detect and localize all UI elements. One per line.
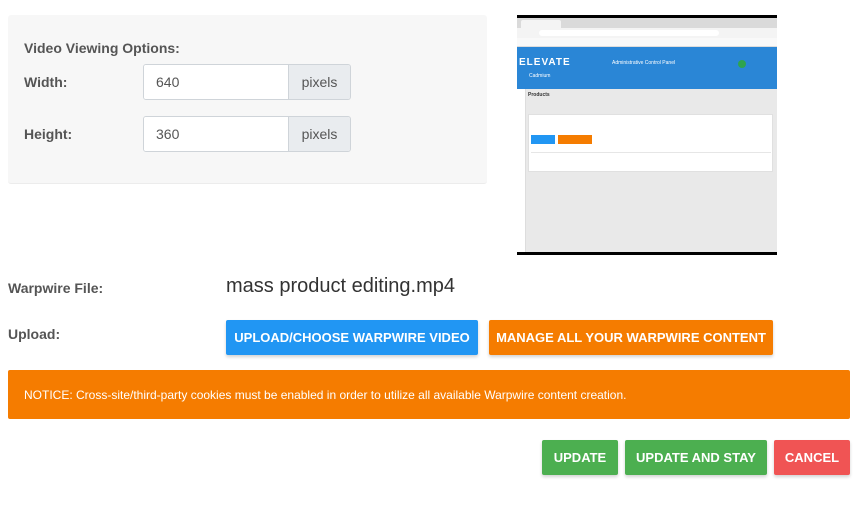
manage-warpwire-content-button[interactable]: MANAGE ALL YOUR WARPWIRE CONTENT xyxy=(489,320,773,355)
thumbnail-row xyxy=(531,152,771,158)
cookie-notice-banner: NOTICE: Cross-site/third-party cookies m… xyxy=(8,370,850,419)
video-viewing-options-panel: Video Viewing Options: Width: pixels Hei… xyxy=(8,15,487,184)
thumbnail-user-avatar xyxy=(738,60,746,68)
thumbnail-section-title: Products xyxy=(528,92,550,98)
update-and-stay-button[interactable]: UPDATE AND STAY xyxy=(625,440,767,475)
thumbnail-browser-tab xyxy=(521,20,561,28)
video-thumbnail[interactable]: ELEVATE Cadmium Administrative Control P… xyxy=(517,15,777,255)
width-input[interactable] xyxy=(144,65,288,99)
thumbnail-url-field xyxy=(539,30,719,36)
thumbnail-sidebar xyxy=(517,89,526,252)
width-unit: pixels xyxy=(288,65,350,99)
video-viewing-options-heading: Video Viewing Options: xyxy=(24,40,180,56)
thumbnail-screen: ELEVATE Cadmium Administrative Control P… xyxy=(517,18,777,252)
upload-label: Upload: xyxy=(8,326,61,342)
height-input[interactable] xyxy=(144,117,288,151)
width-input-group: pixels xyxy=(143,64,351,100)
height-unit: pixels xyxy=(288,117,350,151)
warpwire-file-label: Warpwire File: xyxy=(8,280,104,296)
thumbnail-orange-button xyxy=(558,135,592,144)
upload-choose-warpwire-video-button[interactable]: UPLOAD/CHOOSE WARPWIRE VIDEO xyxy=(226,320,478,355)
thumbnail-logo: ELEVATE xyxy=(519,57,571,68)
cookie-notice-text: NOTICE: Cross-site/third-party cookies m… xyxy=(24,387,627,402)
cancel-button[interactable]: CANCEL xyxy=(774,440,850,475)
height-input-group: pixels xyxy=(143,116,351,152)
thumbnail-sub-logo: Cadmium xyxy=(529,73,551,79)
thumbnail-panel-title: Administrative Control Panel xyxy=(612,60,676,66)
update-button[interactable]: UPDATE xyxy=(542,440,618,475)
thumbnail-bookmarks-bar xyxy=(517,38,777,47)
warpwire-file-name: mass product editing.mp4 xyxy=(226,275,456,297)
thumbnail-header xyxy=(517,47,777,89)
thumbnail-blue-button xyxy=(531,135,555,144)
width-label: Width: xyxy=(24,74,68,90)
height-label: Height: xyxy=(24,126,73,142)
